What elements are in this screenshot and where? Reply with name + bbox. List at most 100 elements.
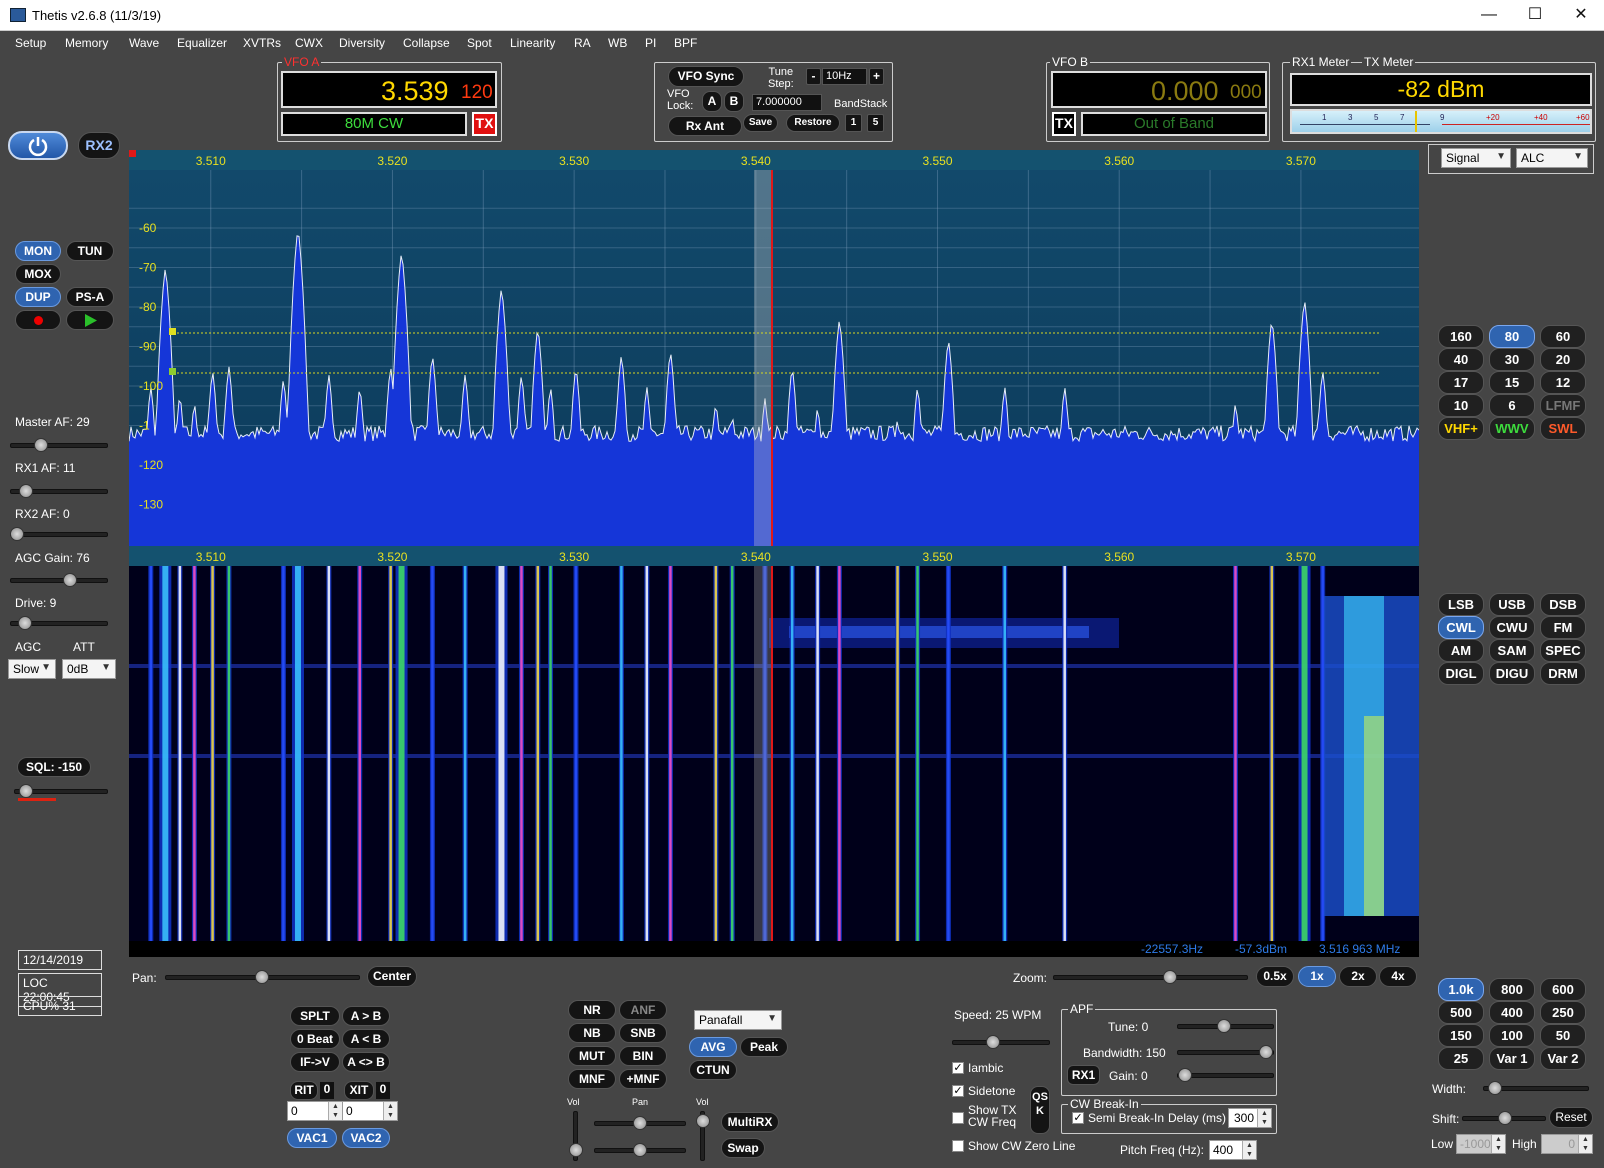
band-button-12[interactable]: 12 <box>1540 371 1586 394</box>
rx-ant-button[interactable]: Rx Ant <box>668 116 742 136</box>
vac2-button[interactable]: VAC2 <box>342 1128 390 1148</box>
rit-spinner[interactable]: 0 ▲ ▼ <box>287 1101 343 1121</box>
dup-button[interactable]: DUP <box>15 287 61 307</box>
ps-a-button[interactable]: PS-A <box>66 287 114 307</box>
band-button-80[interactable]: 80 <box>1489 325 1535 348</box>
a-to-b-button[interactable]: A > B <box>342 1006 390 1026</box>
swap-vfo-button[interactable]: A <> B <box>342 1052 390 1072</box>
center-button[interactable]: Center <box>367 966 417 987</box>
bandstack-1-button[interactable]: 1 <box>845 114 862 132</box>
mon-button[interactable]: MON <box>15 241 61 261</box>
menu-xvtrs[interactable]: XVTRs <box>243 36 281 50</box>
filter-button-25[interactable]: 25 <box>1438 1047 1484 1070</box>
peak-button[interactable]: Peak <box>740 1037 788 1057</box>
zoom-slider-track[interactable] <box>1053 975 1248 980</box>
band-button-6[interactable]: 6 <box>1489 394 1535 417</box>
mode-button-lsb[interactable]: LSB <box>1438 593 1484 616</box>
band-button-swl[interactable]: SWL <box>1540 417 1586 440</box>
record-button[interactable] <box>15 310 61 330</box>
pan-mix-slider[interactable] <box>633 1116 647 1130</box>
filter-button-500[interactable]: 500 <box>1438 1001 1484 1024</box>
vol2-slider[interactable] <box>696 1114 710 1128</box>
vfo-sync-button[interactable]: VFO Sync <box>668 66 744 87</box>
menu-wb[interactable]: WB <box>608 36 627 50</box>
show-tx-cw-freq-checkbox[interactable] <box>952 1112 964 1124</box>
mute-button[interactable]: MUT <box>568 1046 616 1066</box>
tun-button[interactable]: TUN <box>66 241 114 261</box>
mox-button[interactable]: MOX <box>15 264 61 284</box>
apf-gain-slider[interactable] <box>1178 1068 1192 1082</box>
band-button-10[interactable]: 10 <box>1438 394 1484 417</box>
nb-button[interactable]: NB <box>568 1023 616 1043</box>
agc-gain-slider[interactable] <box>63 573 78 587</box>
master-af-slider[interactable] <box>34 438 49 452</box>
apf-rx1-button[interactable]: RX1 <box>1067 1065 1100 1085</box>
mode-button-digl[interactable]: DIGL <box>1438 662 1484 685</box>
menu-memory[interactable]: Memory <box>65 36 108 50</box>
xit-spinner[interactable]: 0 ▲ ▼ <box>342 1101 398 1121</box>
mode-button-usb[interactable]: USB <box>1489 593 1535 616</box>
panadapter-display[interactable]: 3.510 3.520 3.530 3.540 3.550 3.560 3.570 -60 -… <box>128 150 1420 546</box>
anf-button[interactable]: ANF <box>619 1000 667 1020</box>
close-button[interactable]: ✕ <box>1558 0 1604 31</box>
squelch-slider[interactable] <box>19 784 33 798</box>
play-button[interactable] <box>66 310 114 330</box>
mode-button-spec[interactable]: SPEC <box>1540 639 1586 662</box>
save-button[interactable]: Save <box>743 114 778 132</box>
rx-meter-select[interactable]: Signal ▼ <box>1441 148 1511 168</box>
display-mode-select[interactable]: Panafall ▼ <box>694 1010 782 1030</box>
rx2-af-slider[interactable] <box>10 527 24 541</box>
squelch-button[interactable]: SQL: -150 <box>17 757 91 777</box>
band-button-lfmf[interactable]: LFMF <box>1540 394 1586 417</box>
tune-step-value[interactable]: 10Hz <box>822 68 867 85</box>
filter-button-var-2[interactable]: Var 2 <box>1540 1047 1586 1070</box>
nr-button[interactable]: NR <box>568 1000 616 1020</box>
pitch-freq-input[interactable]: 400 ▲ ▼ <box>1209 1140 1257 1160</box>
zoom-4x-button[interactable]: 4x <box>1379 966 1417 987</box>
master-af-slider-track[interactable] <box>10 443 108 448</box>
bandstack-value[interactable]: 7.000000 <box>752 94 822 111</box>
mode-button-sam[interactable]: SAM <box>1489 639 1535 662</box>
apf-tune-slider[interactable] <box>1217 1019 1231 1033</box>
menu-spot[interactable]: Spot <box>467 36 492 50</box>
power-button[interactable] <box>8 131 68 160</box>
break-in-delay-input[interactable]: 300 ▲ ▼ <box>1228 1108 1272 1128</box>
band-button-vhf-[interactable]: VHF+ <box>1438 417 1484 440</box>
avg-button[interactable]: AVG <box>689 1037 737 1057</box>
filter-shift-slider[interactable] <box>1498 1111 1512 1125</box>
mode-button-cwl[interactable]: CWL <box>1438 616 1484 639</box>
drive-slider[interactable] <box>17 616 32 630</box>
if-to-v-button[interactable]: IF->V <box>290 1052 340 1072</box>
snb-button[interactable]: SNB <box>619 1023 667 1043</box>
filter-button-50[interactable]: 50 <box>1540 1024 1586 1047</box>
menu-cwx[interactable]: CWX <box>295 36 323 50</box>
waterfall-display[interactable] <box>129 566 1419 941</box>
vfo-a-tx-button[interactable]: TX <box>472 112 497 136</box>
menu-collapse[interactable]: Collapse <box>403 36 450 50</box>
filter-button-250[interactable]: 250 <box>1540 1001 1586 1024</box>
band-button-15[interactable]: 15 <box>1489 371 1535 394</box>
tx-meter-select[interactable]: ALC ▼ <box>1516 148 1588 168</box>
xit-button[interactable]: XIT <box>344 1081 374 1100</box>
add-mnf-button[interactable]: +MNF <box>619 1069 667 1089</box>
swap-rx-button[interactable]: Swap <box>721 1138 765 1158</box>
mode-button-am[interactable]: AM <box>1438 639 1484 662</box>
rx1-af-slider[interactable] <box>19 484 34 498</box>
menu-pi[interactable]: PI <box>645 36 656 50</box>
menu-wave[interactable]: Wave <box>129 36 159 50</box>
zero-beat-button[interactable]: 0 Beat <box>290 1029 340 1049</box>
apf-bandwidth-slider[interactable] <box>1259 1045 1273 1059</box>
agc-gain-slider-track[interactable] <box>10 578 108 583</box>
band-button-60[interactable]: 60 <box>1540 325 1586 348</box>
band-button-40[interactable]: 40 <box>1438 348 1484 371</box>
zoom-2x-button[interactable]: 2x <box>1339 966 1377 987</box>
minimize-button[interactable]: — <box>1466 0 1512 31</box>
rx2-button[interactable]: RX2 <box>78 132 120 159</box>
binaural-button[interactable]: BIN <box>619 1046 667 1066</box>
mode-button-fm[interactable]: FM <box>1540 616 1586 639</box>
filter-button-var-1[interactable]: Var 1 <box>1489 1047 1535 1070</box>
mode-button-drm[interactable]: DRM <box>1540 662 1586 685</box>
vfo-a-display[interactable]: 3.539 120 <box>281 71 497 108</box>
filter-width-slider[interactable] <box>1488 1081 1502 1095</box>
mode-button-cwu[interactable]: CWU <box>1489 616 1535 639</box>
